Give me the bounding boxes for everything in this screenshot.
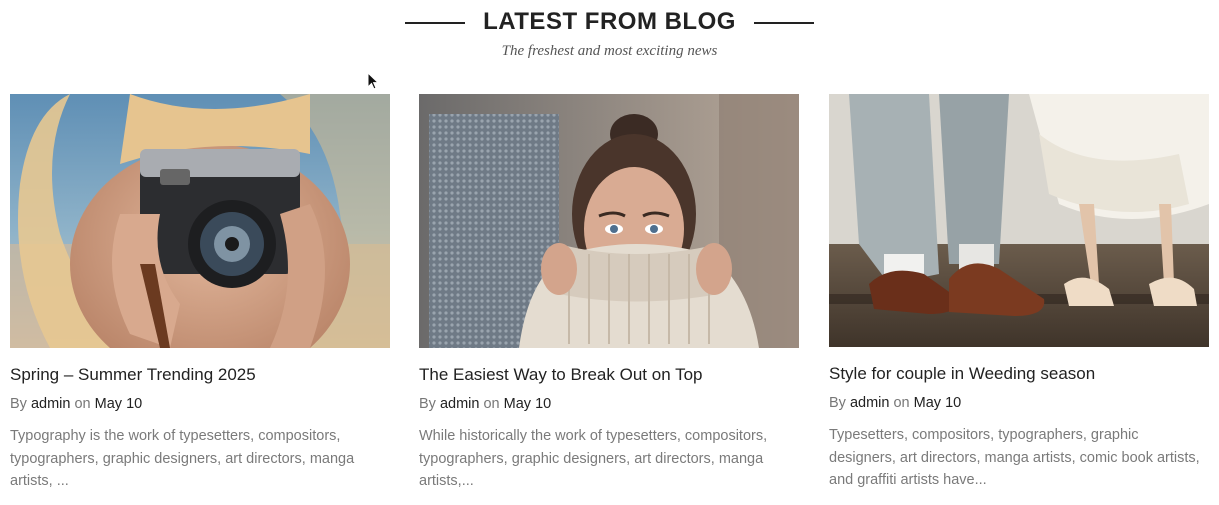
meta-on-label: on [893,395,910,412]
post-thumbnail[interactable] [10,94,390,348]
post-author-link[interactable]: admin [440,396,480,412]
post-meta: By admin on May 10 [419,394,799,414]
couple-shoes-photo-icon [829,94,1209,347]
woman-in-sweater-photo-icon [419,94,799,348]
meta-by-label: By [10,396,27,413]
meta-by-label: By [829,395,846,412]
blog-post-card[interactable]: Style for couple in Weeding season By ad… [829,94,1209,492]
post-thumbnail[interactable] [419,94,799,348]
meta-on-label: on [483,396,500,413]
post-author-link[interactable]: admin [31,396,71,412]
post-excerpt: Typesetters, compositors, typographers, … [829,427,1200,489]
post-date[interactable]: May 10 [95,396,143,412]
post-title[interactable]: The Easiest Way to Break Out on Top [419,364,799,386]
meta-by-label: By [419,396,436,413]
post-meta: By admin on May 10 [829,393,1209,413]
woman-with-camera-photo-icon [10,94,390,348]
post-date[interactable]: May 10 [504,396,552,412]
blog-post-card[interactable]: The Easiest Way to Break Out on Top By a… [419,94,799,493]
title-rule-right [754,22,814,24]
post-author-link[interactable]: admin [850,395,890,411]
post-title[interactable]: Style for couple in Weeding season [829,363,1209,385]
section-header: LATEST FROM BLOG The freshest and most e… [0,0,1219,80]
post-meta: By admin on May 10 [10,394,390,414]
section-subtitle: The freshest and most exciting news [501,43,718,59]
post-excerpt: Typography is the work of typesetters, c… [10,428,355,490]
section-title: LATEST FROM BLOG [483,8,736,35]
post-thumbnail[interactable] [829,94,1209,347]
post-excerpt: While historically the work of typesette… [419,428,768,490]
meta-on-label: on [74,396,91,413]
blog-post-card[interactable]: Spring – Summer Trending 2025 By admin o… [10,94,390,493]
mouse-cursor-icon [367,72,379,90]
post-date[interactable]: May 10 [914,395,962,411]
post-title[interactable]: Spring – Summer Trending 2025 [10,364,390,386]
